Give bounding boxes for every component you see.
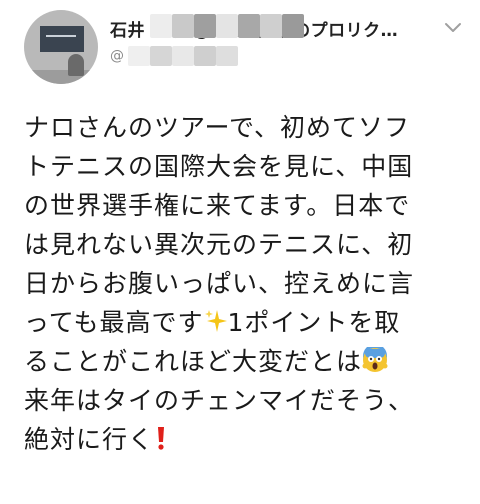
sparkles-icon: [204, 310, 227, 332]
handle-blur: [128, 46, 150, 66]
tweet-text-line: の世界選手権に来てます。日本で: [24, 191, 411, 220]
tweet-text-line: は見れない異次元のテニスに、初: [24, 230, 414, 259]
tweet-text-line: 日からお腹いっぱい、控えめに言: [24, 269, 415, 298]
avatar[interactable]: [24, 10, 98, 84]
chevron-down-icon[interactable]: [444, 20, 462, 34]
avatar-photo-screen: [40, 26, 84, 52]
tweet-text-segment: っても最高です: [24, 308, 204, 337]
tweet-header: 石井 宏明 @ 長野県 初のプロリク… @: [0, 0, 480, 100]
name-blur: [150, 14, 172, 38]
tweet-text-line: 絶対に行く: [24, 420, 464, 459]
tweet-text-line: ナロさんのツアーで、初めてソフ: [24, 113, 411, 142]
tweet-text-line: 来年はタイのチェンマイだそう、: [24, 386, 415, 415]
tweet-text-line: ることがこれほど大変だとは: [24, 342, 464, 381]
tweet-text: ナロさんのツアーで、初めてソフ トテニスの国際大会を見に、中国 の世界選手権に来…: [24, 108, 464, 459]
tweet-text-line: トテニスの国際大会を見に、中国: [24, 152, 414, 181]
screaming-face-icon: [362, 347, 388, 372]
tweet-text-segment: 絶対に行く: [24, 425, 155, 454]
tweet-text-segment: 1ポイントを取: [227, 308, 401, 337]
tweet-text-segment: ることがこれほど大変だとは: [24, 347, 363, 376]
red-exclamation-icon: [158, 427, 165, 450]
tweet-text-line: っても最高です 1ポイントを取: [24, 303, 464, 342]
author-handle[interactable]: @: [110, 48, 124, 64]
